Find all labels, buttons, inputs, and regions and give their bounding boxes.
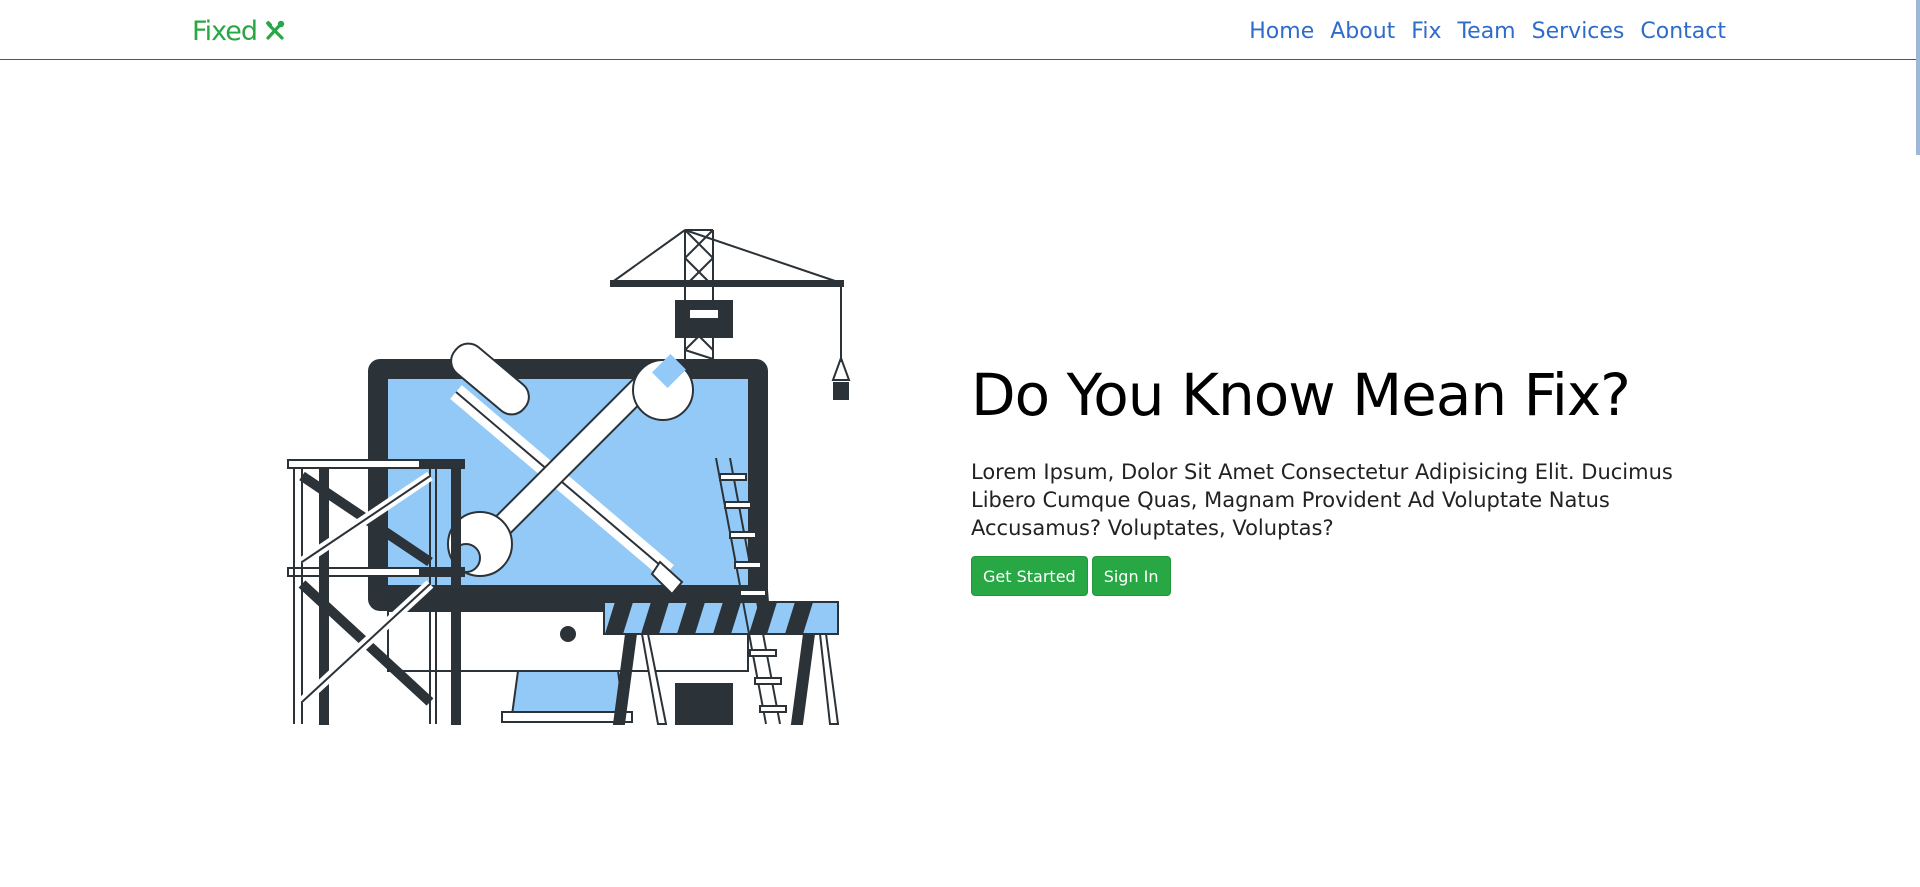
hero-title: Do You Know Mean Fix? — [971, 361, 1631, 429]
nav-link-about[interactable]: About — [1330, 19, 1395, 44]
brand-logo[interactable]: Fixed — [192, 14, 287, 48]
nav-links: Home About Fix Team Services Contact — [1249, 14, 1726, 48]
nav-link-fix[interactable]: Fix — [1411, 19, 1441, 44]
scrollbar-thumb[interactable] — [1916, 0, 1920, 155]
hero-section: Do You Know Mean Fix? Lorem Ipsum, Dolor… — [971, 360, 1731, 596]
hero-buttons: Get Started Sign In — [971, 556, 1731, 596]
hero-illustration — [287, 229, 851, 725]
brand-name: Fixed — [192, 15, 258, 47]
nav-link-team[interactable]: Team — [1457, 19, 1515, 44]
nav-link-home[interactable]: Home — [1249, 19, 1314, 44]
navbar: Fixed Home About Fix Team Services Conta… — [0, 0, 1920, 60]
monitor-graphic — [368, 359, 768, 723]
nav-link-contact[interactable]: Contact — [1640, 19, 1726, 44]
nav-link-services[interactable]: Services — [1532, 19, 1625, 44]
tools-icon — [265, 20, 285, 40]
sign-in-button[interactable]: Sign In — [1091, 556, 1171, 596]
get-started-button[interactable]: Get Started — [971, 556, 1088, 596]
hero-description: Lorem Ipsum, Dolor Sit Amet Consectetur … — [971, 460, 1673, 540]
